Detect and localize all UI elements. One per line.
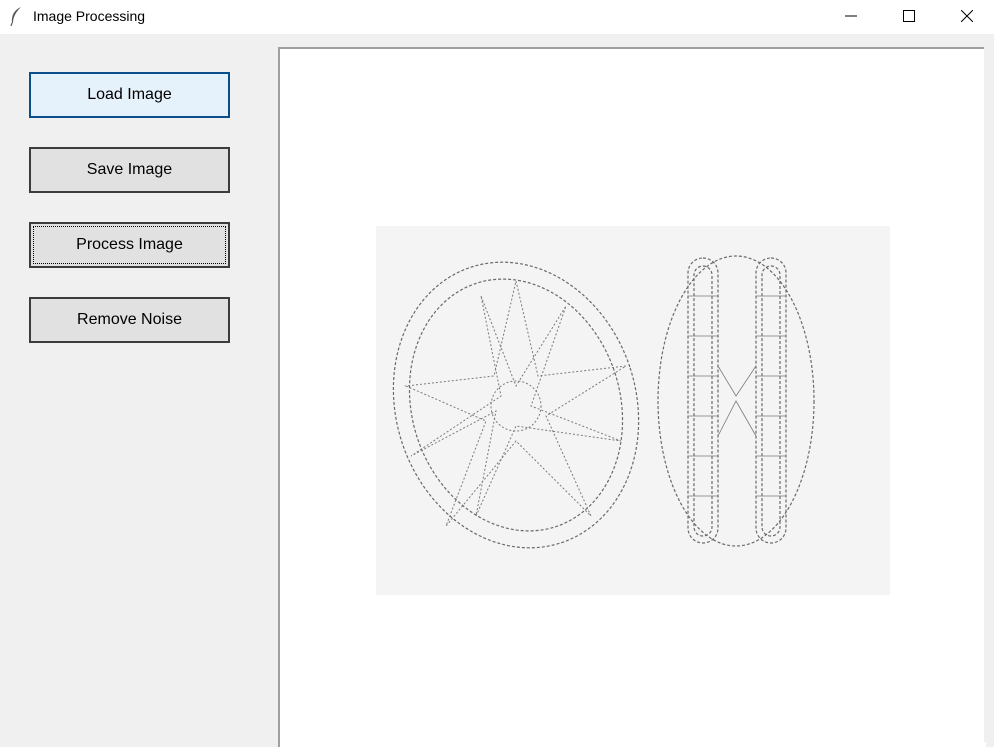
canvas-scroll-edge <box>984 47 994 742</box>
close-button[interactable] <box>938 0 994 32</box>
sidebar <box>0 34 278 742</box>
save-image-button[interactable]: Save Image <box>29 147 230 193</box>
jewel-sketch-image <box>376 226 890 595</box>
close-icon <box>961 10 973 22</box>
image-canvas[interactable] <box>278 47 986 747</box>
save-image-label: Save Image <box>86 161 173 178</box>
feather-icon <box>10 7 21 26</box>
remove-noise-label: Remove Noise <box>77 311 182 328</box>
minimize-button[interactable] <box>822 0 880 32</box>
focus-ring <box>33 226 226 264</box>
minimize-icon <box>845 15 857 17</box>
process-image-button[interactable]: Process Image <box>29 222 230 268</box>
maximize-icon <box>903 10 915 22</box>
load-image-button[interactable]: Load Image <box>29 72 230 118</box>
title-bar: Image Processing <box>0 0 994 34</box>
jewel-sketch-drawing <box>392 255 815 549</box>
remove-noise-button[interactable]: Remove Noise <box>29 297 230 343</box>
window-title: Image Processing <box>33 8 146 24</box>
load-image-label: Load Image <box>87 86 172 103</box>
maximize-button[interactable] <box>880 0 938 32</box>
